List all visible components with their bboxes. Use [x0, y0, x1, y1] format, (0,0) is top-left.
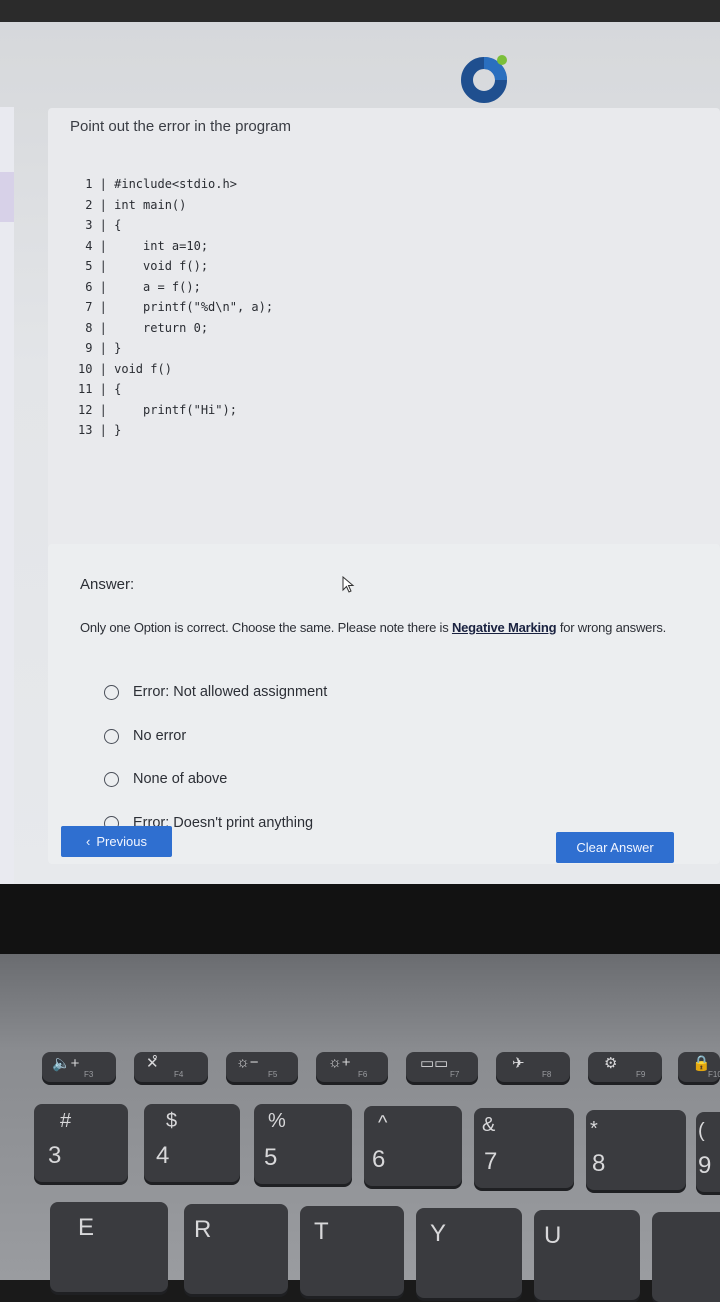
key-f6[interactable]: ☼+ F6: [316, 1052, 388, 1082]
key-fn-label: F4: [174, 1070, 184, 1079]
key-f10[interactable]: 🔒 F10: [678, 1052, 720, 1082]
key-5[interactable]: % 5: [254, 1104, 352, 1184]
code-line: 7 | printf("%d\n", a);: [78, 300, 274, 314]
code-line: 6 | a = f();: [78, 279, 201, 294]
exam-screen: Point out the error in the program 1 | #…: [0, 22, 720, 884]
radio-button[interactable]: [104, 771, 119, 787]
display-switch-icon: ▭▭: [420, 1055, 449, 1072]
previous-label: Previous: [96, 834, 147, 849]
key-4[interactable]: $ 4: [144, 1104, 240, 1182]
key-fn-label: F7: [450, 1070, 460, 1079]
key-main-label: 6: [372, 1146, 386, 1173]
key-main-label: 7: [484, 1148, 498, 1175]
key-y[interactable]: Y: [416, 1208, 522, 1298]
question-card: Point out the error in the program 1 | #…: [48, 108, 720, 548]
key-i[interactable]: [652, 1212, 720, 1302]
key-f4[interactable]: ✕̊ F4: [134, 1052, 208, 1082]
option-2[interactable]: No error: [104, 725, 186, 747]
radio-button[interactable]: [104, 728, 119, 744]
key-fn-label: F5: [268, 1070, 278, 1079]
key-main-label: Y: [430, 1220, 447, 1247]
key-shift-label: %: [268, 1110, 286, 1132]
key-shift-label: $: [166, 1110, 178, 1132]
key-shift-label: *: [590, 1118, 598, 1140]
key-fn-label: F9: [636, 1070, 646, 1079]
code-line: 9 | }: [78, 341, 122, 355]
key-6[interactable]: ^ 6: [364, 1106, 462, 1186]
question-title: Point out the error in the program: [70, 118, 291, 135]
sidebar: [0, 107, 14, 884]
key-main-label: E: [78, 1214, 95, 1241]
brightness-up-icon: ☼+: [328, 1054, 351, 1071]
key-fn-label: F10: [708, 1070, 720, 1079]
airplane-icon: ✈: [512, 1055, 525, 1072]
clear-answer-button[interactable]: Clear Answer: [556, 832, 674, 863]
key-f7[interactable]: ▭▭ F7: [406, 1052, 478, 1082]
settings-icon: ⚙: [604, 1055, 618, 1072]
mic-mute-icon: ✕̊: [146, 1055, 159, 1072]
code-line: 13 | }: [78, 423, 122, 437]
key-9[interactable]: ( 9: [696, 1112, 720, 1192]
option-label: None of above: [133, 771, 228, 787]
key-main-label: R: [194, 1216, 212, 1243]
mouse-cursor-icon: [342, 576, 355, 593]
code-line: 3 | {: [78, 218, 122, 232]
answer-card: Answer: Only one Option is correct. Choo…: [48, 544, 720, 864]
key-main-label: 3: [48, 1142, 62, 1169]
instructions-suffix: for wrong answers.: [556, 620, 667, 635]
sidebar-active-item[interactable]: [0, 172, 14, 222]
key-t[interactable]: T: [300, 1206, 404, 1296]
key-f5[interactable]: ☼− F5: [226, 1052, 298, 1082]
key-main-label: 5: [264, 1144, 278, 1171]
key-f3[interactable]: 🔈+ F3: [42, 1052, 116, 1082]
code-line: 8 | return 0;: [78, 320, 209, 335]
key-7[interactable]: & 7: [474, 1108, 574, 1188]
key-r[interactable]: R: [184, 1204, 288, 1294]
laptop-hinge: [0, 884, 720, 954]
option-label: Error: Not allowed assignment: [133, 684, 328, 700]
volume-up-icon: 🔈+: [52, 1055, 80, 1072]
option-1[interactable]: Error: Not allowed assignment: [104, 681, 327, 703]
key-f8[interactable]: ✈ F8: [496, 1052, 570, 1082]
key-8[interactable]: * 8: [586, 1110, 686, 1190]
chevron-left-icon: ‹: [86, 834, 91, 849]
code-line: 1 | #include<stdio.h>: [78, 177, 237, 191]
negative-marking-link[interactable]: Negative Marking: [452, 620, 557, 635]
option-label: No error: [133, 728, 187, 744]
brand-logo-icon: [461, 55, 507, 103]
instructions-prefix: Only one Option is correct. Choose the s…: [80, 620, 452, 635]
answer-label: Answer:: [80, 576, 135, 593]
key-main-label: U: [544, 1222, 562, 1249]
radio-button[interactable]: [104, 684, 119, 700]
key-e[interactable]: E: [50, 1202, 168, 1292]
key-3[interactable]: # 3: [34, 1104, 128, 1182]
key-f9[interactable]: ⚙ F9: [588, 1052, 662, 1082]
code-line: 12 | printf("Hi");: [78, 402, 237, 417]
key-shift-label: #: [60, 1110, 72, 1132]
clear-answer-label: Clear Answer: [576, 840, 654, 855]
option-3[interactable]: None of above: [104, 768, 227, 790]
key-main-label: 8: [592, 1150, 606, 1177]
key-fn-label: F6: [358, 1070, 368, 1079]
key-shift-label: ^: [378, 1112, 388, 1134]
key-fn-label: F3: [84, 1070, 94, 1079]
key-u[interactable]: U: [534, 1210, 640, 1300]
key-main-label: 4: [156, 1142, 170, 1169]
key-main-label: T: [314, 1218, 329, 1245]
key-fn-label: F8: [542, 1070, 552, 1079]
code-block: 1 | #include<stdio.h> 2 | int main() 3 |…: [78, 174, 273, 441]
keyboard-deck: 🔈+ F3 ✕̊ F4 ☼− F5 ☼+ F6 ▭▭ F7 ✈ F8 ⚙ F9 …: [0, 954, 720, 1302]
code-line: 4 | int a=10;: [78, 238, 209, 253]
instructions-text: Only one Option is correct. Choose the s…: [80, 620, 666, 635]
code-line: 10 | void f(): [78, 361, 172, 376]
code-line: 5 | void f();: [78, 259, 209, 273]
code-line: 2 | int main(): [78, 197, 187, 212]
previous-button[interactable]: ‹ Previous: [61, 826, 172, 857]
key-main-label: 9: [698, 1152, 712, 1179]
code-line: 11 | {: [78, 382, 122, 396]
brightness-down-icon: ☼−: [236, 1054, 259, 1071]
key-shift-label: &: [482, 1114, 496, 1136]
key-shift-label: (: [698, 1120, 705, 1142]
